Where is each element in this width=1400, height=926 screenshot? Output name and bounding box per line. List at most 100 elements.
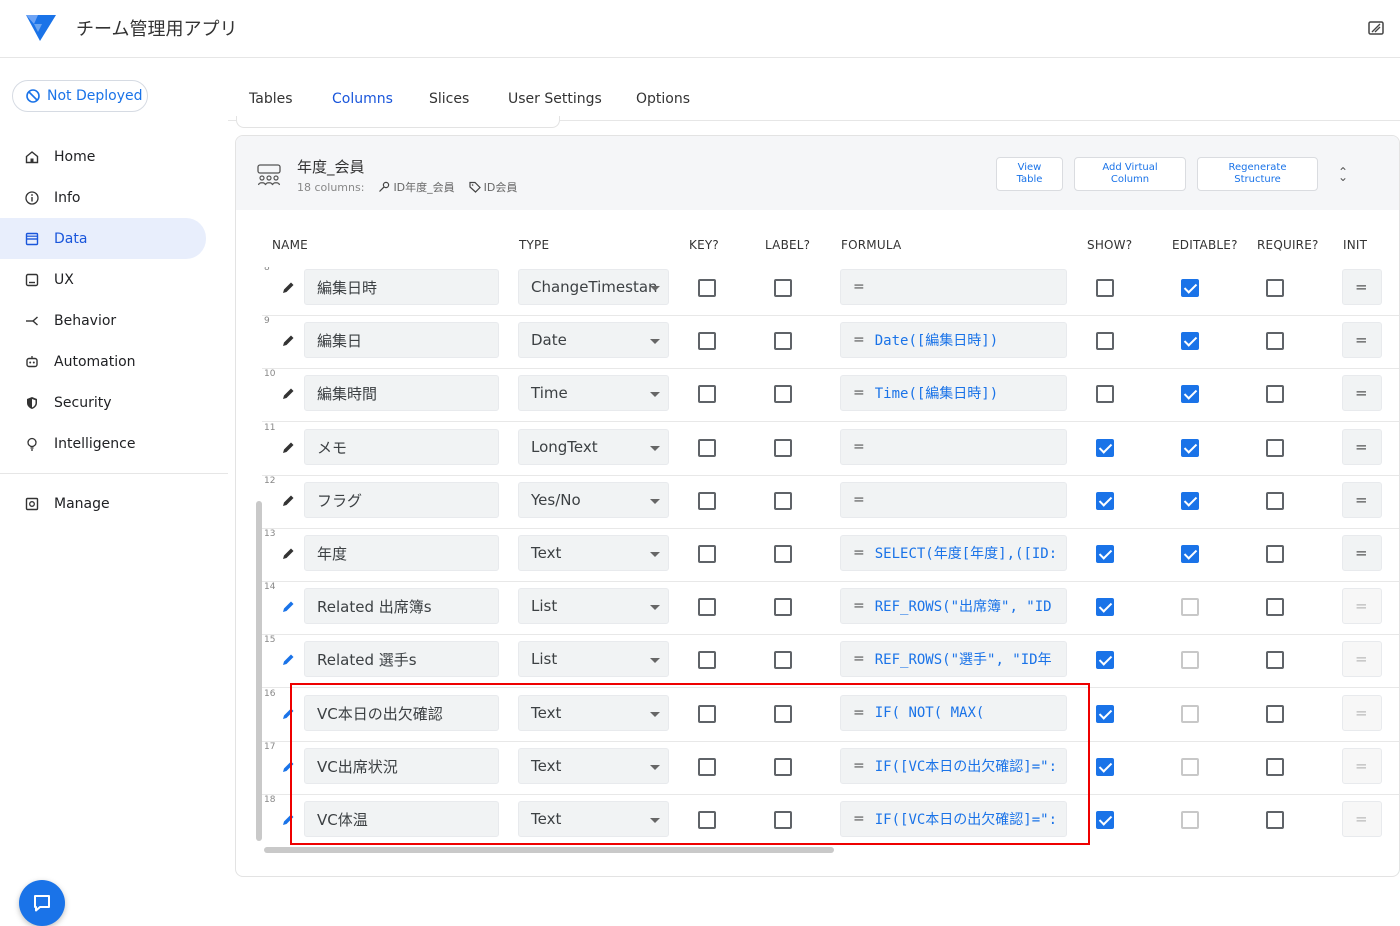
column-type-select[interactable]: Time: [518, 375, 669, 411]
edit-pencil-icon[interactable]: [280, 333, 296, 349]
formula-field[interactable]: =: [840, 429, 1067, 465]
column-type-select[interactable]: ChangeTimestan: [518, 269, 669, 305]
key-checkbox[interactable]: [698, 651, 716, 669]
sidebar-item-data[interactable]: Data: [0, 218, 206, 259]
column-type-select[interactable]: Date: [518, 322, 669, 358]
require-checkbox[interactable]: [1266, 332, 1284, 350]
deploy-status-button[interactable]: Not Deployed: [12, 80, 148, 112]
label-checkbox[interactable]: [774, 758, 792, 776]
show-checkbox[interactable]: [1096, 332, 1114, 350]
column-name-field[interactable]: VC体温: [304, 801, 499, 837]
column-name-field[interactable]: 編集時間: [304, 375, 499, 411]
column-name-field[interactable]: 編集日時: [304, 269, 499, 305]
column-type-select[interactable]: LongText: [518, 429, 669, 465]
require-checkbox[interactable]: [1266, 811, 1284, 829]
label-checkbox[interactable]: [774, 811, 792, 829]
show-checkbox[interactable]: [1096, 385, 1114, 403]
sidebar-item-automation[interactable]: Automation: [0, 341, 228, 382]
initial-value-field[interactable]: =: [1342, 429, 1382, 465]
show-checkbox[interactable]: [1096, 545, 1114, 563]
formula-field[interactable]: =: [840, 482, 1067, 518]
initial-value-field[interactable]: =: [1342, 641, 1382, 677]
column-name-field[interactable]: フラグ: [304, 482, 499, 518]
show-checkbox[interactable]: [1096, 439, 1114, 457]
label-checkbox[interactable]: [774, 332, 792, 350]
editable-checkbox[interactable]: [1181, 492, 1199, 510]
tab-tables[interactable]: Tables: [249, 91, 293, 107]
column-type-select[interactable]: Text: [518, 801, 669, 837]
initial-value-field[interactable]: =: [1342, 588, 1382, 624]
show-checkbox[interactable]: [1096, 758, 1114, 776]
collapse-toggle-icon[interactable]: ⌃ ⌄: [1338, 165, 1348, 193]
column-type-select[interactable]: Text: [518, 535, 669, 571]
require-checkbox[interactable]: [1266, 439, 1284, 457]
require-checkbox[interactable]: [1266, 651, 1284, 669]
label-checkbox[interactable]: [774, 705, 792, 723]
edit-pencil-icon[interactable]: [280, 652, 296, 668]
column-name-field[interactable]: VC本日の出欠確認: [304, 695, 499, 731]
edit-pencil-icon[interactable]: [280, 386, 296, 402]
key-checkbox[interactable]: [698, 811, 716, 829]
column-type-select[interactable]: Text: [518, 748, 669, 784]
label-checkbox[interactable]: [774, 439, 792, 457]
vertical-scrollbar[interactable]: [256, 501, 262, 841]
key-checkbox[interactable]: [698, 279, 716, 297]
edit-pencil-icon[interactable]: [280, 759, 296, 775]
sidebar-item-ux[interactable]: UX: [0, 259, 228, 300]
sidebar-item-security[interactable]: Security: [0, 382, 228, 423]
column-type-select[interactable]: List: [518, 641, 669, 677]
key-checkbox[interactable]: [698, 492, 716, 510]
appsheet-logo-icon[interactable]: [24, 12, 58, 42]
require-checkbox[interactable]: [1266, 758, 1284, 776]
horizontal-scrollbar[interactable]: [264, 847, 834, 853]
column-name-field[interactable]: VC出席状況: [304, 748, 499, 784]
show-checkbox[interactable]: [1096, 279, 1114, 297]
show-checkbox[interactable]: [1096, 651, 1114, 669]
initial-value-field[interactable]: =: [1342, 748, 1382, 784]
label-checkbox[interactable]: [774, 545, 792, 563]
tab-columns[interactable]: Columns: [332, 91, 393, 107]
initial-value-field[interactable]: =: [1342, 375, 1382, 411]
column-name-field[interactable]: Related 出席簿s: [304, 588, 499, 624]
sidebar-item-manage[interactable]: Manage: [0, 483, 228, 524]
label-checkbox[interactable]: [774, 598, 792, 616]
sidebar-item-home[interactable]: Home: [0, 136, 228, 177]
sidebar-item-info[interactable]: Info: [0, 177, 228, 218]
key-checkbox[interactable]: [698, 439, 716, 457]
formula-field[interactable]: = IF([VC本日の出欠確認]=":: [840, 801, 1067, 837]
tab-options[interactable]: Options: [636, 91, 690, 107]
formula-field[interactable]: = REF_ROWS("選手", "ID年: [840, 641, 1067, 677]
initial-value-field[interactable]: =: [1342, 695, 1382, 731]
edit-pencil-icon[interactable]: [280, 440, 296, 456]
sidebar-item-behavior[interactable]: Behavior: [0, 300, 228, 341]
initial-value-field[interactable]: =: [1342, 801, 1382, 837]
key-checkbox[interactable]: [698, 758, 716, 776]
edit-pencil-icon[interactable]: [280, 546, 296, 562]
label-checkbox[interactable]: [774, 385, 792, 403]
view-table-button[interactable]: View Table: [996, 157, 1063, 191]
preview-toggle-icon[interactable]: [1368, 20, 1384, 36]
require-checkbox[interactable]: [1266, 545, 1284, 563]
regenerate-structure-button[interactable]: Regenerate Structure: [1197, 157, 1318, 191]
require-checkbox[interactable]: [1266, 598, 1284, 616]
column-name-field[interactable]: Related 選手s: [304, 641, 499, 677]
label-checkbox[interactable]: [774, 279, 792, 297]
show-checkbox[interactable]: [1096, 705, 1114, 723]
key-checkbox[interactable]: [698, 545, 716, 563]
editable-checkbox[interactable]: [1181, 279, 1199, 297]
tab-user-settings[interactable]: User Settings: [508, 91, 602, 107]
show-checkbox[interactable]: [1096, 598, 1114, 616]
initial-value-field[interactable]: =: [1342, 269, 1382, 305]
editable-checkbox[interactable]: [1181, 385, 1199, 403]
initial-value-field[interactable]: =: [1342, 535, 1382, 571]
formula-field[interactable]: = IF([VC本日の出欠確認]=":: [840, 748, 1067, 784]
key-checkbox[interactable]: [698, 385, 716, 403]
label-checkbox[interactable]: [774, 492, 792, 510]
edit-pencil-icon[interactable]: [280, 493, 296, 509]
column-type-select[interactable]: List: [518, 588, 669, 624]
column-name-field[interactable]: 編集日: [304, 322, 499, 358]
require-checkbox[interactable]: [1266, 279, 1284, 297]
initial-value-field[interactable]: =: [1342, 482, 1382, 518]
formula-field[interactable]: =: [840, 269, 1067, 305]
require-checkbox[interactable]: [1266, 705, 1284, 723]
